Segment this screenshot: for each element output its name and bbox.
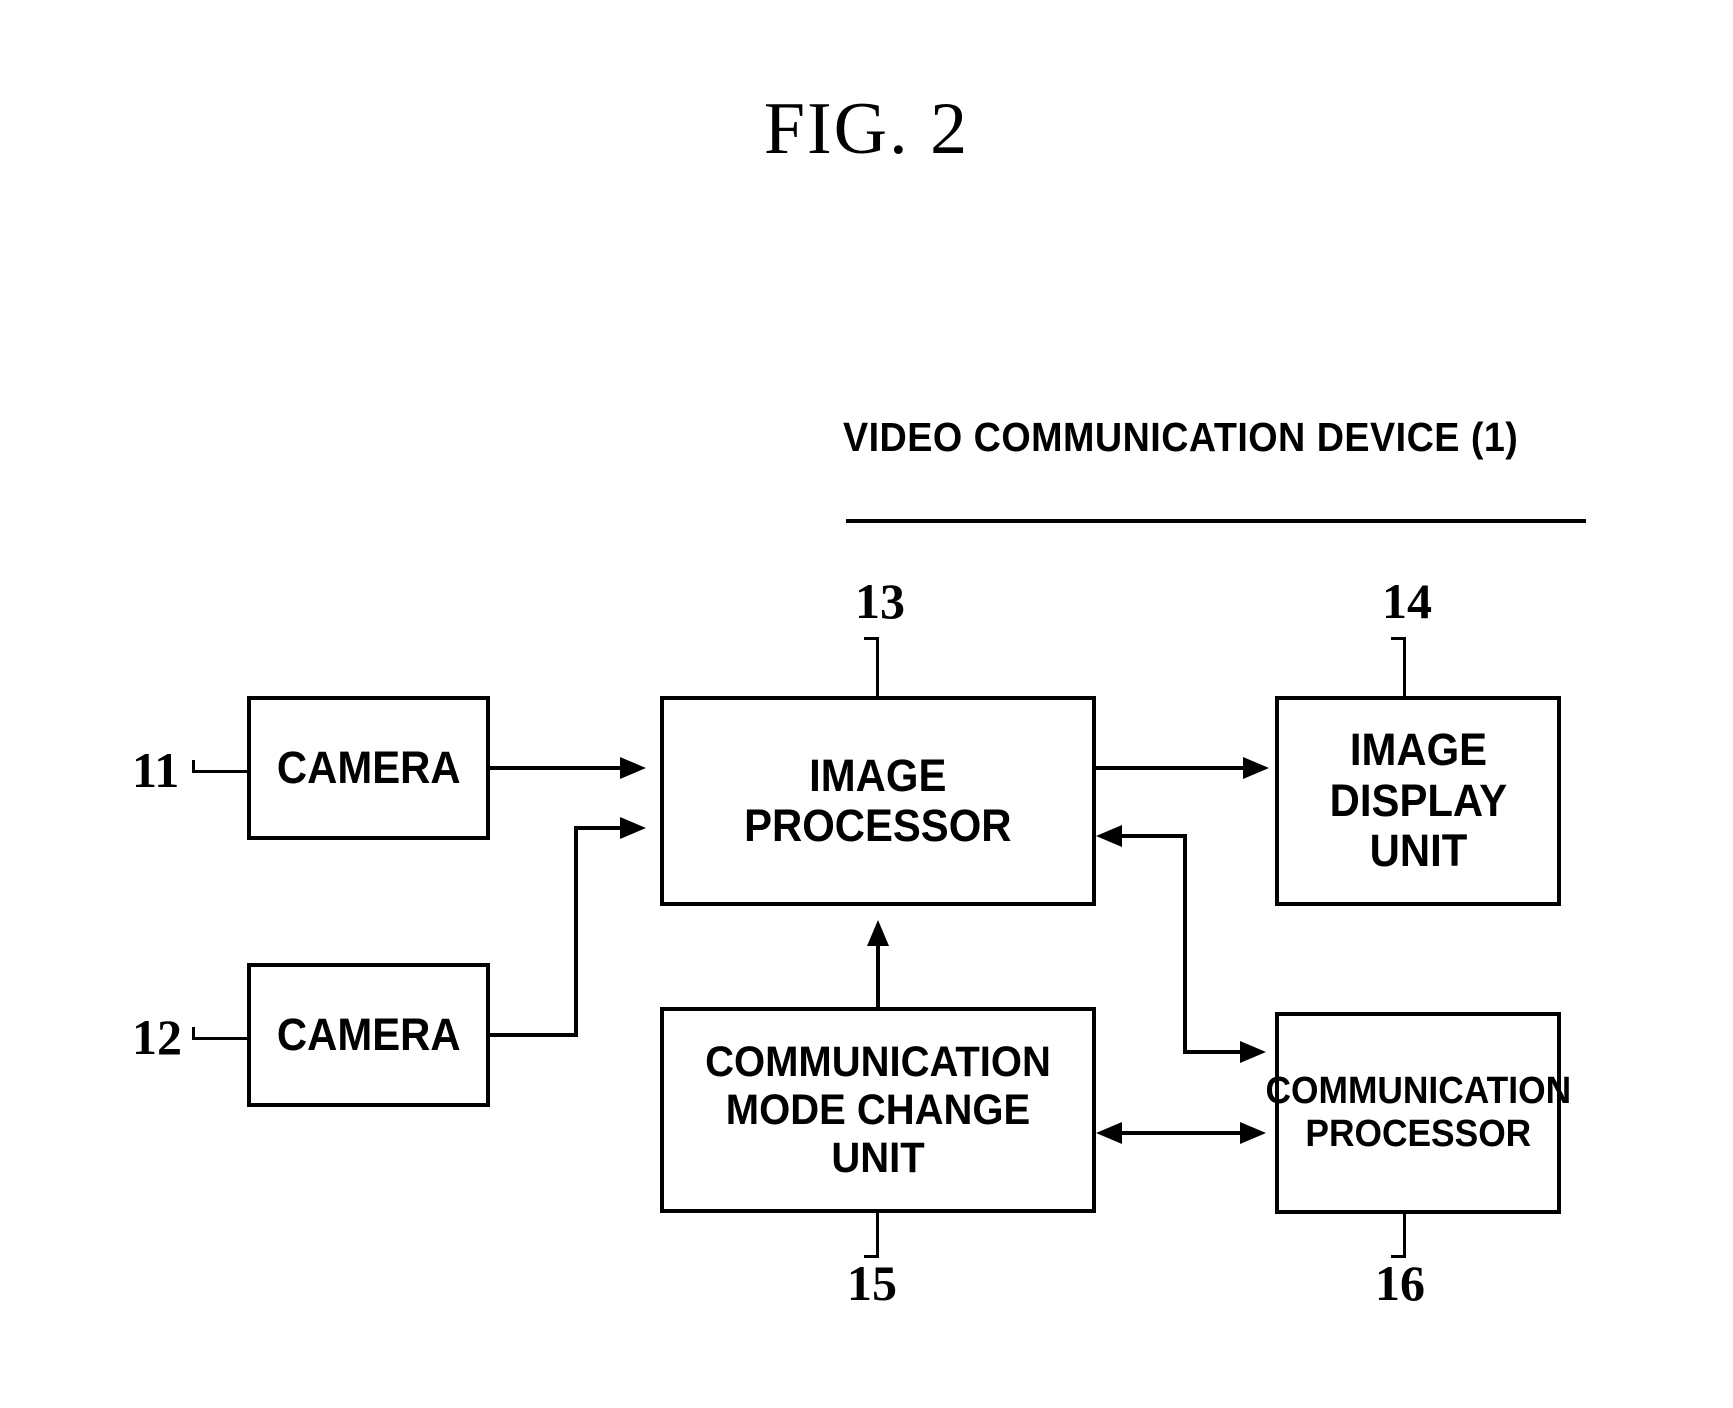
figure-title: FIG. 2	[763, 88, 970, 170]
reference-numeral-15: 15	[847, 1255, 897, 1311]
leader-hook-15	[864, 1255, 878, 1258]
block-image-processor: IMAGE PROCESSOR	[660, 696, 1096, 906]
arrowhead-camera12-to-image-processor	[620, 817, 646, 839]
block-image-processor-label-line1: IMAGE	[809, 749, 947, 801]
figure-page: FIG. 2 VIDEO COMMUNICATION DEVICE (1) CA…	[0, 0, 1733, 1408]
leader-line-13	[876, 637, 879, 697]
block-image-display-unit: IMAGE DISPLAY UNIT	[1275, 696, 1561, 906]
reference-numeral-13: 13	[855, 573, 905, 629]
leader-line-11	[192, 770, 250, 773]
leader-hook-11	[192, 760, 195, 772]
block-camera-11: CAMERA	[247, 696, 490, 840]
reference-numeral-14: 14	[1382, 573, 1432, 629]
reference-numeral-16: 16	[1375, 1255, 1425, 1311]
arrowhead-mode-change-to-comm-processor	[1240, 1122, 1266, 1144]
connector-comm-processor-feedback-top-horizontal	[1122, 834, 1187, 838]
block-communication-mode-change-unit: COMMUNICATION MODE CHANGE UNIT	[660, 1007, 1096, 1213]
connector-comm-processor-feedback-vertical	[1183, 834, 1187, 1054]
block-communication-processor-label-line2: PROCESSOR	[1305, 1113, 1531, 1155]
arrowhead-feedback-to-comm-processor	[1240, 1041, 1266, 1063]
arrowhead-comm-processor-to-image-processor	[1096, 825, 1122, 847]
block-image-processor-label-line2: PROCESSOR	[744, 800, 1012, 851]
connector-camera12-segment-vertical	[574, 826, 578, 1037]
connector-feedback-to-comm-processor-horizontal	[1183, 1050, 1245, 1054]
reference-numeral-11: 11	[132, 742, 180, 798]
reference-numeral-12: 12	[132, 1009, 182, 1065]
leader-line-14	[1403, 637, 1406, 697]
block-communication-processor: COMMUNICATION PROCESSOR	[1265, 1012, 1571, 1214]
leader-line-15	[876, 1213, 879, 1258]
connector-mode-change-to-image-processor	[876, 944, 880, 1008]
arrowhead-camera11-to-image-processor	[620, 757, 646, 779]
leader-hook-14	[1391, 637, 1405, 640]
connector-image-processor-to-image-display	[1096, 766, 1251, 770]
device-header-underline	[846, 519, 1586, 523]
block-camera-11-label: CAMERA	[276, 741, 461, 793]
block-image-display-unit-label-line3: UNIT	[1369, 825, 1467, 877]
device-header-label: VIDEO COMMUNICATION DEVICE (1)	[843, 414, 1519, 460]
leader-hook-13	[864, 637, 878, 640]
block-image-display-unit-label-line2: DISPLAY	[1329, 774, 1507, 826]
connector-camera11-to-image-processor	[490, 766, 628, 770]
block-communication-processor-label-line1: COMMUNICATION	[1265, 1070, 1571, 1113]
leader-line-16	[1403, 1213, 1406, 1258]
arrowhead-mode-change-to-image-processor	[867, 920, 889, 946]
leader-hook-16	[1391, 1255, 1405, 1258]
block-camera-12: CAMERA	[247, 963, 490, 1107]
leader-line-12	[192, 1037, 250, 1040]
block-image-display-unit-label-line1: IMAGE	[1349, 724, 1487, 776]
connector-mode-change-to-comm-processor	[1118, 1131, 1245, 1135]
leader-hook-12	[192, 1027, 195, 1039]
block-camera-12-label: CAMERA	[276, 1008, 461, 1060]
arrowhead-image-processor-to-image-display	[1243, 757, 1269, 779]
arrowhead-comm-processor-to-mode-change	[1096, 1122, 1122, 1144]
block-communication-mode-change-unit-label-line1: COMMUNICATION	[705, 1037, 1051, 1086]
connector-camera12-segment-horizontal-lower	[490, 1033, 578, 1037]
block-communication-mode-change-unit-label-line2: MODE CHANGE UNIT	[725, 1085, 1031, 1183]
